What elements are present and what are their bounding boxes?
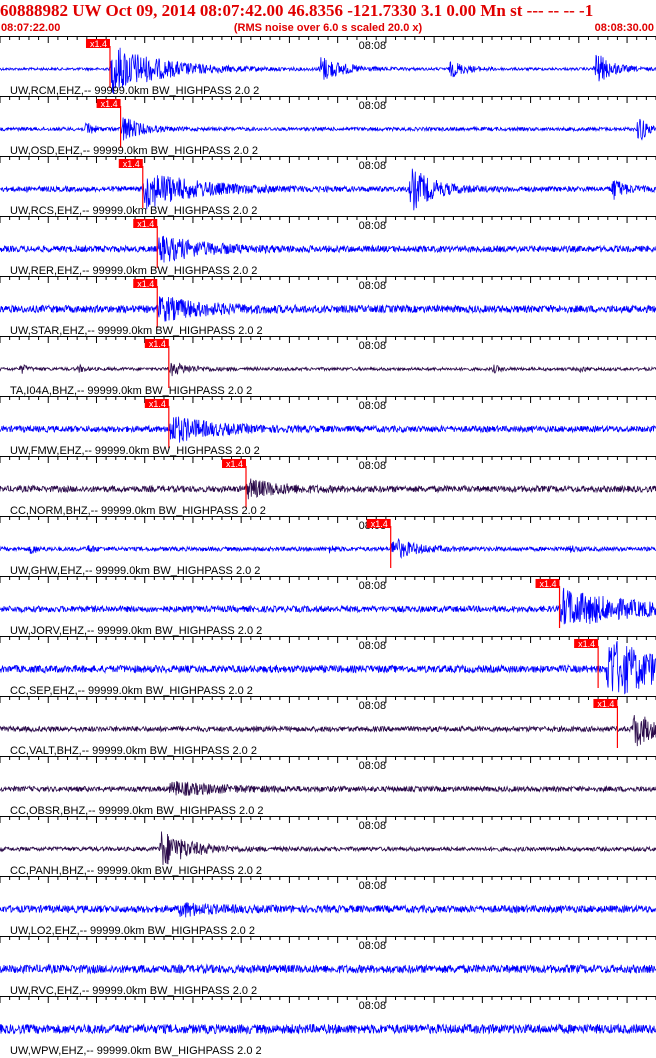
pick-label: x1.4 <box>578 639 595 649</box>
waveform-trace <box>0 117 656 141</box>
trace-panel: 08:08 x1.4 UW,JORV,EHZ,-- 99999.0km BW_HIG… <box>0 576 656 637</box>
minute-label: 08:08 <box>359 100 387 112</box>
pick-label: x1.4 <box>101 99 118 109</box>
minute-label: 08:08 <box>359 220 387 232</box>
station-label: CC,PANH,BHZ,-- 99999.0km BW_HIGHPASS 2.0… <box>10 865 262 877</box>
pick-label: x1.4 <box>137 279 154 289</box>
pick-label: x1.4 <box>149 339 166 349</box>
station-label: UW,OSD,EHZ,-- 99999.0km BW_HIGHPASS 2.0 … <box>10 145 258 157</box>
minute-label: 08:08 <box>359 40 387 52</box>
waveform-trace <box>0 902 656 918</box>
trace-panel: 08:08 x1.4 CC,NORM,BHZ,-- 99999.0km BW_HIG… <box>0 456 656 517</box>
pick-label: x1.4 <box>137 219 154 229</box>
seismogram-plot: 08:08 x1.4 UW,RCM,EHZ,-- 99999.0km BW_HIGH… <box>0 36 656 1057</box>
station-label: CC,VALT,BHZ,-- 99999.0km BW_HIGHPASS 2.0… <box>10 745 257 757</box>
station-label: CC,OBSR,BHZ,-- 99999.0km BW_HIGHPASS 2.0… <box>10 805 263 817</box>
station-label: UW,STAR,EHZ,-- 99999.0km BW_HIGHPASS 2.0… <box>10 325 263 337</box>
waveform-trace <box>0 478 656 500</box>
station-label: UW,JORV,EHZ,-- 99999.0km BW_HIGHPASS 2.0… <box>10 625 262 637</box>
waveform-trace <box>0 416 656 443</box>
trace-panel: 08:08 x1.4 CC,SEP,EHZ,-- 99999.0km BW_HIGH… <box>0 636 656 697</box>
trace-panel: 08:08 CC,PANH,BHZ,-- 99999.0km BW_HIGHPAS… <box>0 816 656 877</box>
pick-label: x1.4 <box>597 699 614 709</box>
minute-label: 08:08 <box>359 880 387 892</box>
waveform-trace <box>0 587 656 625</box>
waveform-trace <box>0 296 656 322</box>
station-label: UW,LO2,EHZ,-- 99999.0km BW_HIGHPASS 2.0 … <box>10 925 255 937</box>
minute-label: 08:08 <box>359 640 387 652</box>
minute-label: 08:08 <box>359 340 387 352</box>
minute-label: 08:08 <box>359 400 387 412</box>
station-label: CC,NORM,BHZ,-- 99999.0km BW_HIGHPASS 2.0… <box>10 505 266 517</box>
station-label: CC,SEP,EHZ,-- 99999.0km BW_HIGHPASS 2.0 … <box>10 685 253 697</box>
waveform-trace <box>0 963 656 975</box>
trace-panel: 08:08 x1.4 UW,RCM,EHZ,-- 99999.0km BW_HIGH… <box>0 36 656 97</box>
pick-label: x1.4 <box>226 459 243 469</box>
minute-label: 08:08 <box>359 580 387 592</box>
station-label: UW,FMW,EHZ,-- 99999.0km BW_HIGHPASS 2.0 … <box>10 445 260 457</box>
station-label: UW,RER,EHZ,-- 99999.0km BW_HIGHPASS 2.0 … <box>10 265 257 277</box>
minute-label: 08:08 <box>359 760 387 772</box>
station-label: UW,GHW,EHZ,-- 99999.0km BW_HIGHPASS 2.0 … <box>10 565 260 577</box>
end-time: 08:08:30.00 <box>594 22 654 34</box>
station-label: UW,RCM,EHZ,-- 99999.0km BW_HIGHPASS 2.0 … <box>10 85 259 97</box>
minute-label: 08:08 <box>359 460 387 472</box>
waveform-trace <box>0 235 656 263</box>
trace-panel: 08:08 CC,OBSR,BHZ,-- 99999.0km BW_HIGHPAS… <box>0 756 656 817</box>
event-title: 60888982 UW Oct 09, 2014 08:07:42.00 46.… <box>0 1 594 20</box>
trace-panel: 08:08x1.4UW,GHW,EHZ,-- 99999.0km BW_HIGH… <box>0 516 656 577</box>
trace-panel: 08:08 x1.4 UW,RCS,EHZ,-- 99999.0km BW_HIGH… <box>0 156 656 217</box>
minute-label: 08:08 <box>359 820 387 832</box>
waveform-trace <box>0 831 656 866</box>
minute-label: 08:08 <box>359 1000 387 1012</box>
station-label: TA,I04A,BHZ,-- 99999.0km BW_HIGHPASS 2.0… <box>10 385 252 397</box>
trace-panel: 08:08 x1.4 UW,OSD,EHZ,-- 99999.0km BW_HIGH… <box>0 96 656 157</box>
trace-panel: 08:08 x1.4 TA,I04A,BHZ,-- 99999.0km BW_HIG… <box>0 336 656 397</box>
waveform-trace <box>0 715 656 747</box>
trace-panel: 08:08 x1.4 UW,STAR,EHZ,-- 99999.0km BW_HIG… <box>0 276 656 337</box>
pick-label: x1.4 <box>90 39 107 49</box>
waveform-trace <box>0 537 656 559</box>
minute-label: 08:08 <box>359 160 387 172</box>
minute-label: 08:08 <box>359 700 387 712</box>
trace-panel: 08:08 x1.4 CC,VALT,BHZ,-- 99999.0km BW_HIG… <box>0 696 656 757</box>
minute-label: 08:08 <box>359 280 387 292</box>
trace-panel: 08:08 UW,WPW,EHZ,-- 99999.0km BW_HIGHPASS… <box>0 996 656 1057</box>
waveform-trace <box>0 1023 656 1035</box>
waveform-trace <box>0 362 656 377</box>
station-label: UW,RVC,EHZ,-- 99999.0km BW_HIGHPASS 2.0 … <box>10 985 257 997</box>
station-label: UW,WPW,EHZ,-- 99999.0km BW_HIGHPASS 2.0 … <box>10 1045 262 1057</box>
pick-label: x1.4 <box>149 399 166 409</box>
noise-note: (RMS noise over 6.0 s scaled 20.0 x) <box>233 22 423 34</box>
minute-label: 08:08 <box>359 940 387 952</box>
trace-panel: 08:08 UW,LO2,EHZ,-- 99999.0km BW_HIGHPASS… <box>0 876 656 937</box>
pick-label: x1.4 <box>540 579 557 589</box>
trace-panel: 08:08 x1.4 UW,FMW,EHZ,-- 99999.0km BW_HIGH… <box>0 396 656 457</box>
pick-label: x1.4 <box>123 159 140 169</box>
trace-panel: 08:08 UW,RVC,EHZ,-- 99999.0km BW_HIGHPASS… <box>0 936 656 997</box>
trace-panel: 08:08 x1.4 UW,RER,EHZ,-- 99999.0km BW_HIGH… <box>0 216 656 277</box>
waveform-trace <box>0 781 656 797</box>
station-label: UW,RCS,EHZ,-- 99999.0km BW_HIGHPASS 2.0 … <box>10 205 257 217</box>
pick-label: x1.4 <box>371 519 388 529</box>
